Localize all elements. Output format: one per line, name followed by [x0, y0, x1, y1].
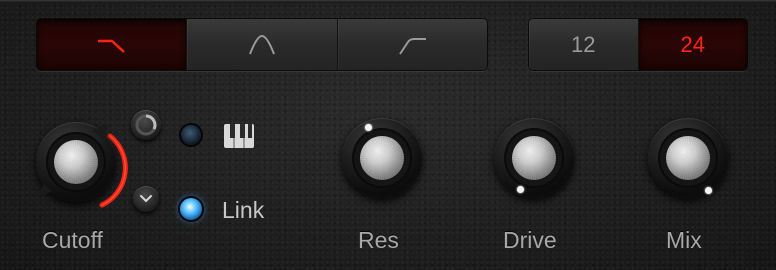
cutoff-knob[interactable]	[36, 122, 116, 202]
slope-24-button[interactable]: 24	[637, 19, 747, 70]
filter-type-selector	[36, 18, 488, 71]
cutoff-mod-amount-knob[interactable]	[131, 110, 161, 140]
filter-type-highpass-button[interactable]	[336, 19, 487, 70]
slope-selector: 12 24	[528, 18, 748, 71]
mod-amount-ring-icon	[135, 114, 157, 136]
link-led[interactable]	[180, 198, 202, 220]
res-knob-indicator	[365, 124, 372, 131]
drive-knob[interactable]	[494, 118, 574, 198]
chevron-down-icon	[140, 195, 152, 203]
cutoff-source-dropdown[interactable]	[133, 186, 159, 212]
bandpass-filter-icon	[249, 34, 275, 54]
mix-label: Mix	[666, 227, 702, 253]
highpass-filter-icon	[399, 37, 427, 55]
piano-keys-icon[interactable]	[223, 123, 255, 149]
mix-knob[interactable]	[648, 118, 728, 198]
mix-knob-indicator	[705, 187, 712, 194]
lowpass-filter-icon	[97, 39, 125, 53]
keytrack-led[interactable]	[181, 125, 201, 145]
drive-label: Drive	[503, 227, 557, 253]
filter-type-lowpass-button[interactable]	[37, 19, 187, 70]
link-label: Link	[222, 197, 265, 223]
slope-24-label: 24	[680, 31, 705, 57]
top-edge	[0, 0, 776, 3]
slope-12-button[interactable]: 12	[529, 19, 638, 70]
drive-knob-indicator	[517, 186, 524, 193]
cutoff-label: Cutoff	[42, 227, 103, 253]
res-knob[interactable]	[342, 118, 422, 198]
slope-12-label: 12	[571, 31, 596, 57]
res-label: Res	[358, 227, 399, 253]
filter-type-bandpass-button[interactable]	[186, 19, 337, 70]
